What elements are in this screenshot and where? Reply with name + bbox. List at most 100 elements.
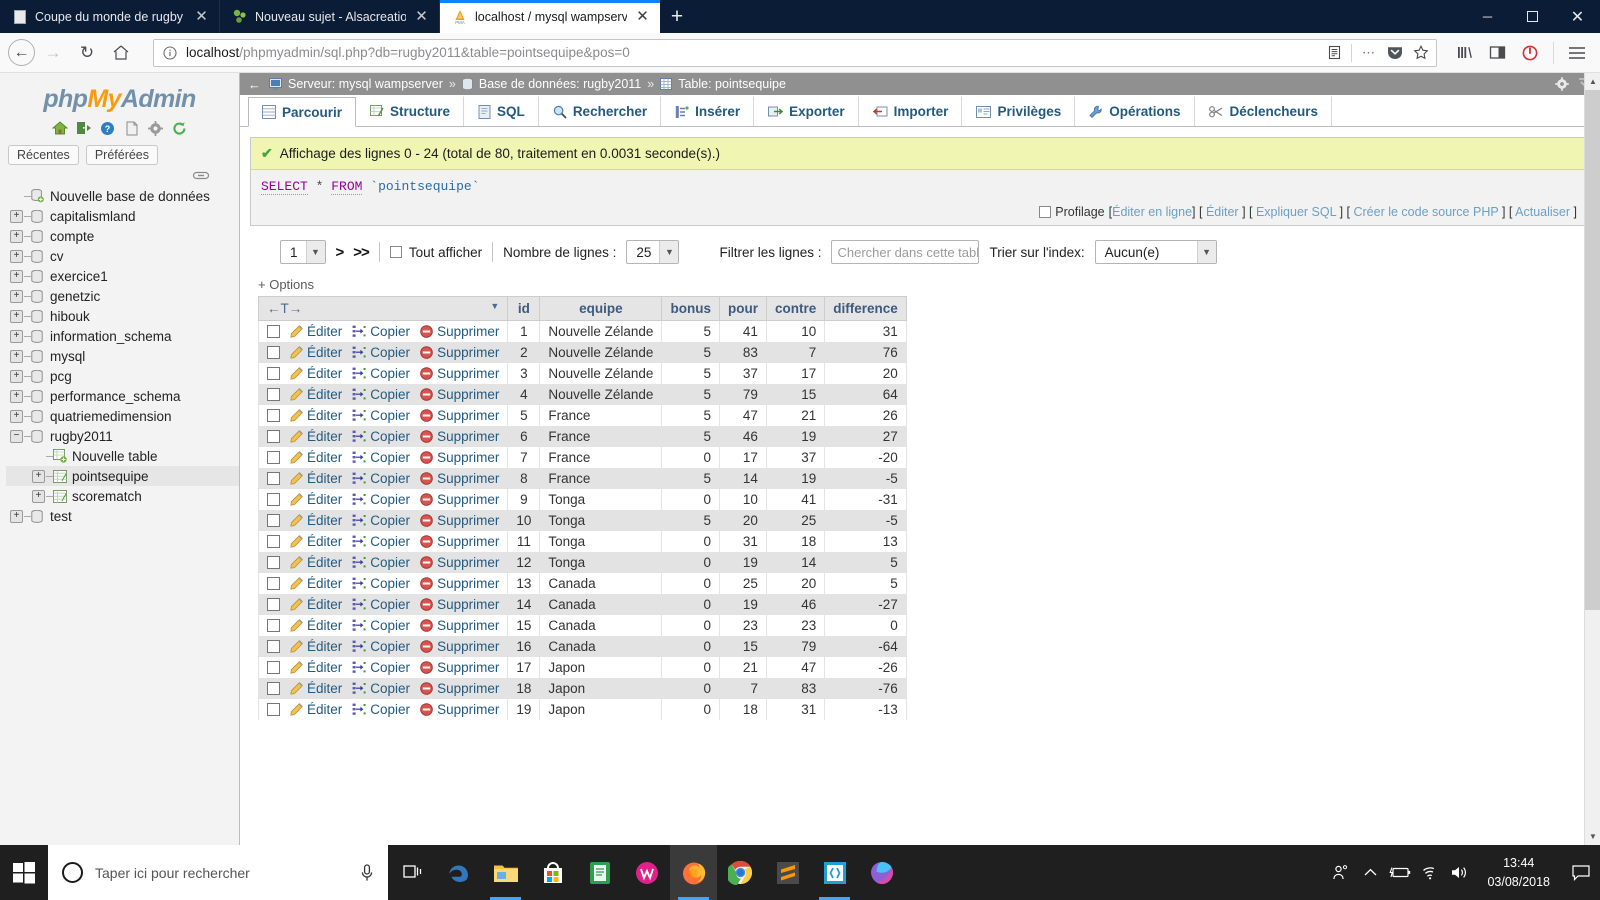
taskbar-brackets-icon[interactable] xyxy=(811,845,858,900)
taskbar-microsoft-store-icon[interactable] xyxy=(529,845,576,900)
row-action--diter[interactable]: Éditer xyxy=(290,345,342,360)
row-action-copier[interactable]: Copier xyxy=(352,681,410,696)
cell-difference[interactable]: -26 xyxy=(824,657,907,678)
cell-id[interactable]: 4 xyxy=(507,384,541,405)
cell-difference[interactable]: 27 xyxy=(824,426,907,447)
cell-difference[interactable]: -5 xyxy=(824,510,907,531)
phpmyadmin-logo[interactable]: phpMyAdmin xyxy=(0,79,239,116)
url-text[interactable]: localhost/phpmyadmin/sql.php?db=rugby201… xyxy=(186,45,1318,60)
row-action-supprimer[interactable]: Supprimer xyxy=(420,576,499,591)
reload-icon[interactable] xyxy=(171,119,189,137)
row-action--diter[interactable]: Éditer xyxy=(290,639,342,654)
cell-id[interactable]: 19 xyxy=(507,699,541,720)
rows-per-page-select[interactable]: 25 ▼ xyxy=(626,240,680,264)
close-icon[interactable]: ✕ xyxy=(413,8,430,25)
close-icon[interactable]: ✕ xyxy=(634,8,651,25)
row-action-copier[interactable]: Copier xyxy=(352,576,410,591)
cell-difference[interactable]: -20 xyxy=(824,447,907,468)
cell-id[interactable]: 8 xyxy=(507,468,541,489)
cell-bonus[interactable]: 0 xyxy=(661,678,720,699)
cell-equipe[interactable]: Tonga xyxy=(539,489,663,510)
row-checkbox[interactable] xyxy=(267,514,280,527)
star-icon[interactable] xyxy=(1411,43,1430,62)
cell-pour[interactable]: 23 xyxy=(718,615,767,636)
row-action-supprimer[interactable]: Supprimer xyxy=(420,471,499,486)
expand-node-icon[interactable]: + xyxy=(32,489,45,503)
taskbar-task-view-icon[interactable] xyxy=(388,845,435,900)
show-hidden-icons[interactable] xyxy=(1355,845,1385,900)
library-icon[interactable] xyxy=(1449,38,1479,68)
row-action-copier[interactable]: Copier xyxy=(352,534,410,549)
cell-bonus[interactable]: 5 xyxy=(661,384,720,405)
cell-contre[interactable]: 7 xyxy=(765,342,826,363)
row-action-supprimer[interactable]: Supprimer xyxy=(420,450,499,465)
tree-item-mysql[interactable]: + mysql xyxy=(6,346,239,366)
tab-exporter[interactable]: Exporter xyxy=(754,96,859,126)
breadcrumb-database[interactable]: Base de données: rugby2011 xyxy=(479,77,641,91)
page-number-select[interactable]: 1 ▼ xyxy=(280,240,326,264)
info-circle-icon[interactable] xyxy=(160,43,179,62)
cell-equipe[interactable]: Tonga xyxy=(539,510,663,531)
cell-pour[interactable]: 17 xyxy=(718,447,767,468)
sidebar-icon[interactable] xyxy=(1482,38,1512,68)
row-action-supprimer[interactable]: Supprimer xyxy=(420,639,499,654)
logout-icon[interactable] xyxy=(75,119,93,137)
cell-id[interactable]: 16 xyxy=(507,636,541,657)
expand-node-icon[interactable]: + xyxy=(10,249,23,263)
row-action-supprimer[interactable]: Supprimer xyxy=(420,429,499,444)
result-link-cr-er-le-code-source-php[interactable]: Créer le code source PHP xyxy=(1353,205,1498,219)
cell-contre[interactable]: 31 xyxy=(765,699,826,720)
table-row[interactable]: Éditer Copier Supprimer 10 Tonga 5 20 25 -5 xyxy=(257,510,907,531)
cell-bonus[interactable]: 5 xyxy=(661,405,720,426)
cell-difference[interactable]: 20 xyxy=(824,363,907,384)
table-row[interactable]: Éditer Copier Supprimer 6 France 5 46 19 27 xyxy=(257,426,907,447)
tree-item-pointsequipe[interactable]: + pointsequipe xyxy=(6,466,239,486)
row-action-supprimer[interactable]: Supprimer xyxy=(420,660,499,675)
cell-equipe[interactable]: Nouvelle Zélande xyxy=(539,363,663,384)
cell-contre[interactable]: 23 xyxy=(765,615,826,636)
close-window-button[interactable]: ✕ xyxy=(1555,0,1600,33)
tree-item-compte[interactable]: + compte xyxy=(6,226,239,246)
result-link--diter[interactable]: Éditer xyxy=(1206,205,1239,219)
cell-difference[interactable]: 5 xyxy=(824,552,907,573)
expand-node-icon[interactable]: + xyxy=(10,409,23,423)
options-toggle[interactable]: + Options xyxy=(250,274,1586,296)
row-checkbox[interactable] xyxy=(267,556,280,569)
scroll-down-button[interactable]: ▼ xyxy=(1585,828,1600,845)
cell-equipe[interactable]: Canada xyxy=(539,636,663,657)
row-action-supprimer[interactable]: Supprimer xyxy=(420,534,499,549)
tab-op-rations[interactable]: Opérations xyxy=(1075,96,1195,126)
row-action--diter[interactable]: Éditer xyxy=(290,492,342,507)
row-action-copier[interactable]: Copier xyxy=(352,324,410,339)
row-checkbox[interactable] xyxy=(267,640,280,653)
tab-parcourir[interactable]: Parcourir xyxy=(248,97,357,127)
cell-difference[interactable]: -76 xyxy=(824,678,907,699)
cell-contre[interactable]: 25 xyxy=(765,510,826,531)
row-action-supprimer[interactable]: Supprimer xyxy=(420,513,499,528)
cell-pour[interactable]: 14 xyxy=(718,468,767,489)
cell-id[interactable]: 15 xyxy=(507,615,541,636)
table-row[interactable]: Éditer Copier Supprimer 15 Canada 0 23 23 0 xyxy=(257,615,907,636)
cell-id[interactable]: 6 xyxy=(507,426,541,447)
adblock-icon[interactable] xyxy=(1515,38,1545,68)
cell-equipe[interactable]: Nouvelle Zélande xyxy=(539,320,663,342)
tree-item-exercice1[interactable]: + exercice1 xyxy=(6,266,239,286)
table-row[interactable]: Éditer Copier Supprimer 7 France 0 17 37 -20 xyxy=(257,447,907,468)
cell-contre[interactable]: 15 xyxy=(765,384,826,405)
row-action-copier[interactable]: Copier xyxy=(352,702,410,717)
cell-difference[interactable]: -13 xyxy=(824,699,907,720)
cell-equipe[interactable]: France xyxy=(539,426,663,447)
row-action-supprimer[interactable]: Supprimer xyxy=(420,492,499,507)
table-row[interactable]: Éditer Copier Supprimer 1 Nouvelle Zélande 5 4… xyxy=(257,320,907,342)
browser-tab-3[interactable]: PMA localhost / mysql wampserver / ✕ xyxy=(440,0,660,33)
cell-pour[interactable]: 79 xyxy=(718,384,767,405)
tree-item-rugby2011[interactable]: − rugby2011 xyxy=(6,426,239,446)
column-header-equipe[interactable]: equipe xyxy=(539,296,663,321)
wifi-icon[interactable] xyxy=(1415,845,1445,900)
cell-pour[interactable]: 83 xyxy=(718,342,767,363)
battery-charging-icon[interactable] xyxy=(1385,845,1415,900)
expand-node-icon[interactable]: + xyxy=(10,289,23,303)
row-action-supprimer[interactable]: Supprimer xyxy=(420,408,499,423)
people-icon[interactable] xyxy=(1325,845,1355,900)
cell-contre[interactable]: 41 xyxy=(765,489,826,510)
